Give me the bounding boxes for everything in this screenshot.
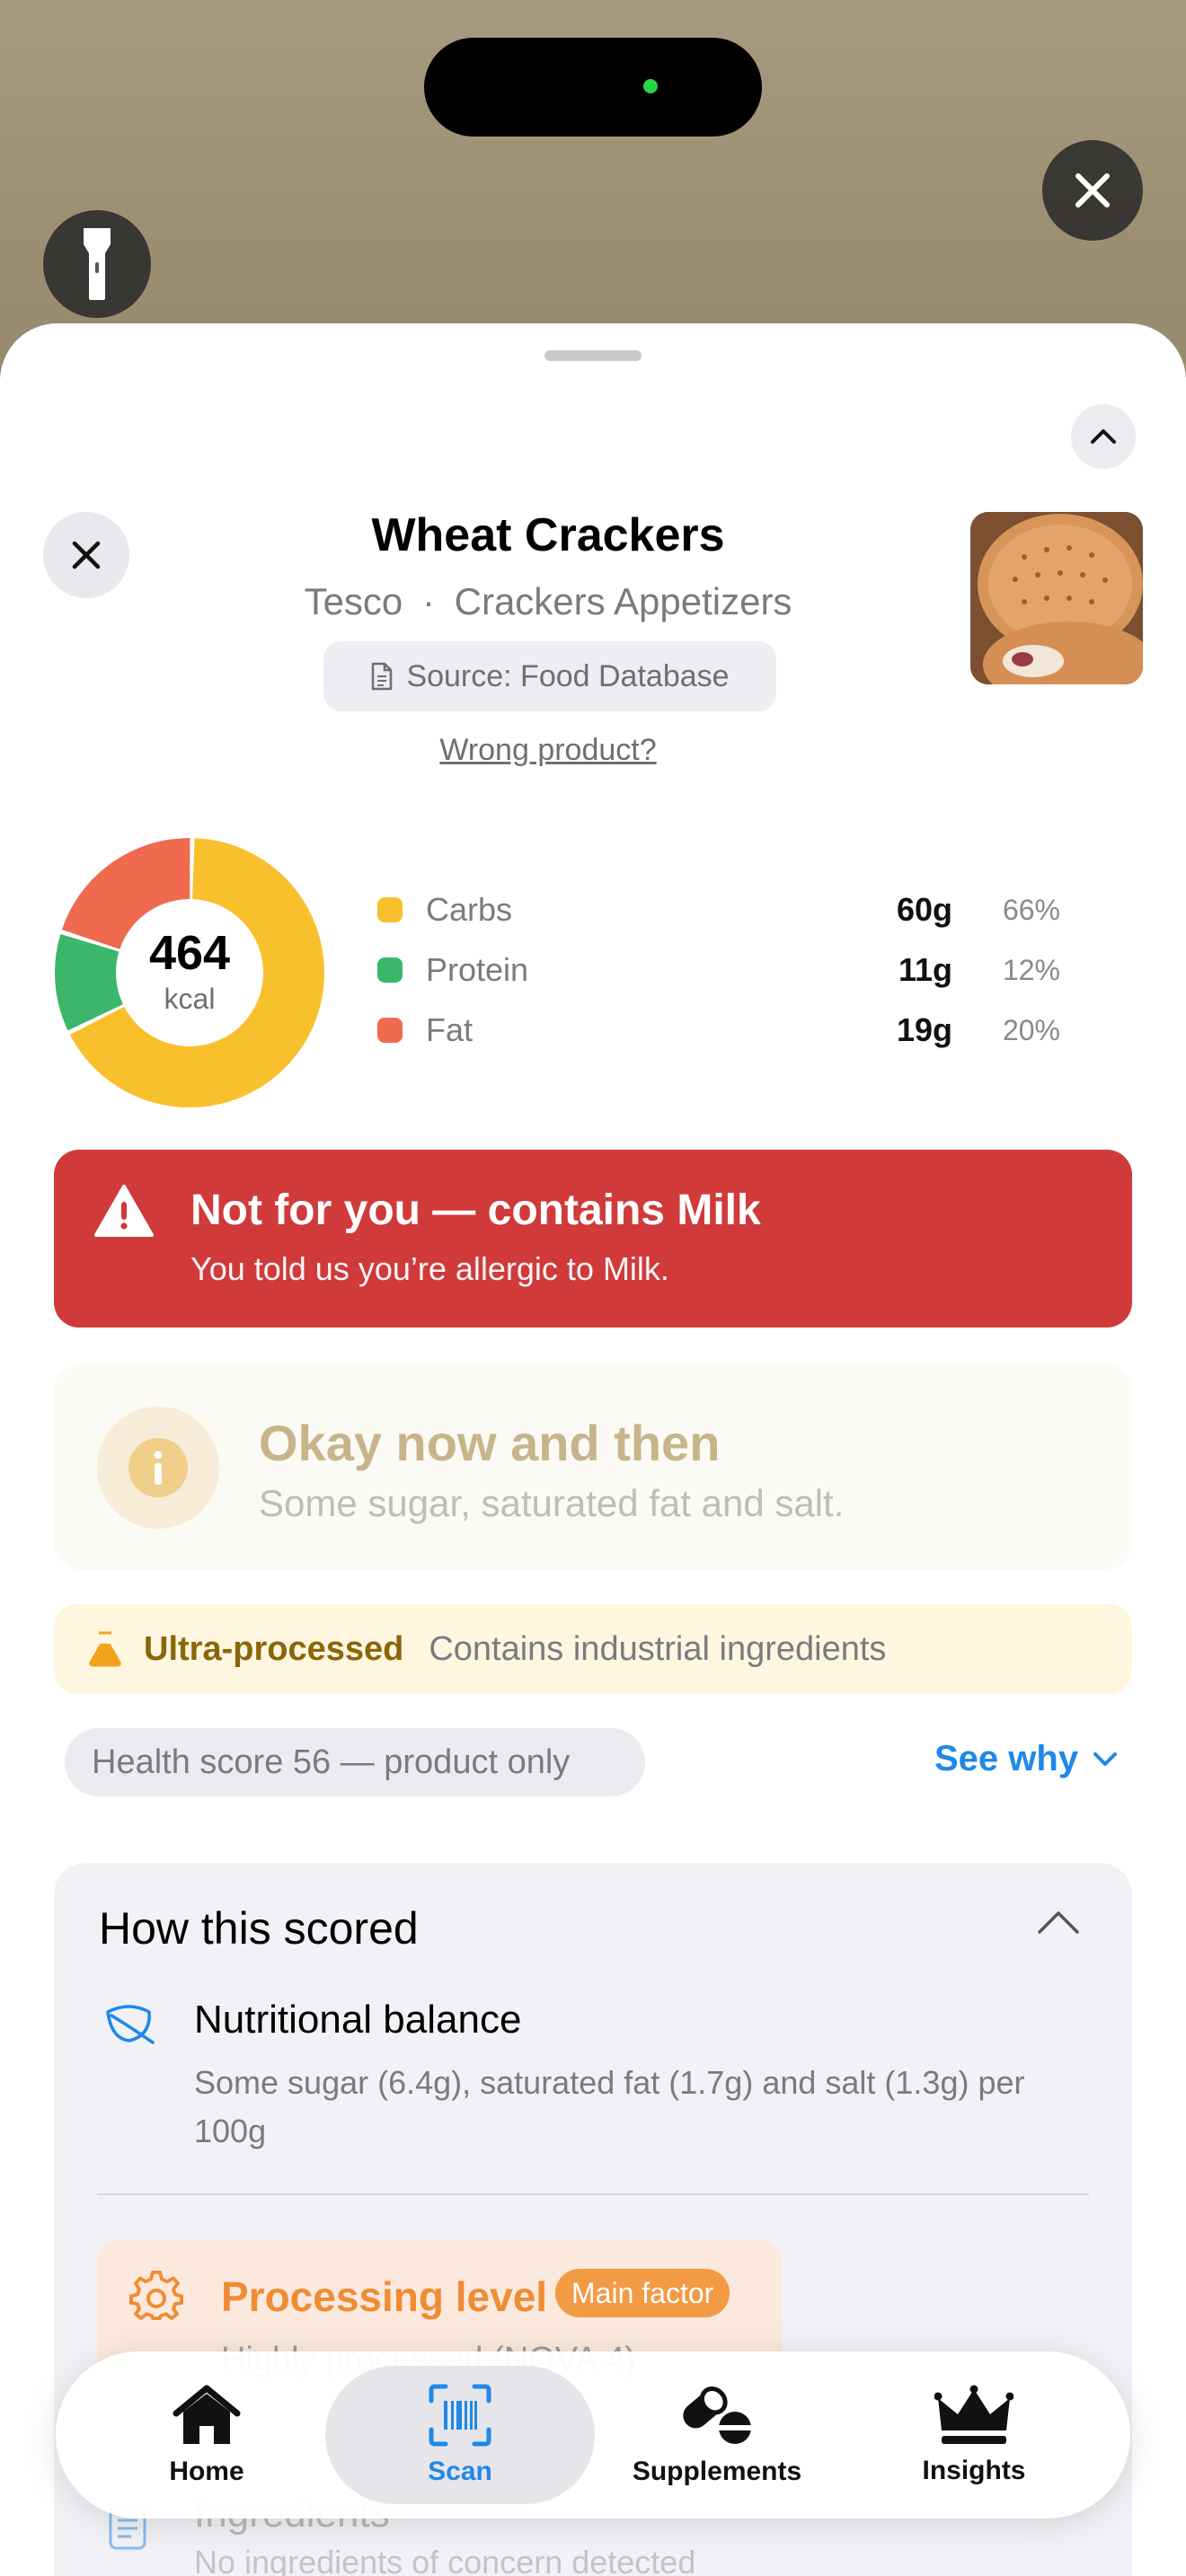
product-thumbnail[interactable] [970,512,1143,684]
brand-separator: · [421,580,435,622]
calories-value: 464 [148,926,231,980]
close-camera-button[interactable] [1042,140,1143,241]
carbs-color-dot [377,897,403,922]
cracker-image [970,512,1143,684]
leaf-icon [106,2005,155,2044]
macro-row-protein: Protein 11g 12% [377,948,1060,992]
flashlight-icon [84,228,111,300]
health-score-badge: Health score 56 — product only [65,1728,645,1796]
macro-row-carbs: Carbs 60g 66% [377,887,1060,932]
macro-row-fat: Fat 19g 20% [377,1008,1060,1053]
macro-percent: 12% [1002,953,1060,986]
processing-label: Ultra-processed [144,1629,404,1668]
macro-name: Protein [426,951,529,988]
allergy-alert[interactable]: Not for you — contains Milk You told us … [54,1150,1132,1328]
close-icon [1075,173,1110,207]
fat-color-dot [377,1018,403,1043]
tab-scan[interactable]: Scan [325,2366,595,2504]
tab-bar: Home Scan Supplements Insights [56,2351,1130,2519]
main-factor-badge: Main factor [555,2269,730,2317]
chevron-down-icon [1093,1751,1118,1766]
verdict-subtitle: Some sugar, saturated fat and salt. [259,1482,845,1524]
tab-insights[interactable]: Insights [839,2366,1109,2504]
macro-name: Fat [426,1011,474,1048]
divider [97,2193,1089,2195]
source-badge: Source: Food Database [323,641,776,711]
calories-unit: kcal [164,983,216,1015]
verdict-title: Okay now and then [259,1415,721,1471]
pill-icon [683,2386,751,2444]
macro-name: Carbs [426,891,513,928]
macro-percent: 66% [1002,893,1060,926]
chevron-up-icon [1091,429,1116,444]
macro-grams: 19g [896,1011,952,1048]
product-name: Wheat Crackers [371,509,725,561]
see-why-label: See why [934,1739,1079,1778]
alert-subtitle: You told us you’re allergic to Milk. [190,1250,669,1287]
gear-icon [129,2271,183,2321]
document-icon [372,662,393,691]
processing-description: Contains industrial ingredients [429,1629,887,1668]
macro-grams: 11g [898,951,952,988]
warning-icon [94,1185,154,1237]
product-brand: Tesco [304,580,403,622]
alert-title: Not for you — contains Milk [190,1187,761,1234]
barcode-scan-icon [429,2384,491,2447]
verdict-card: Okay now and then Some sugar, saturated … [54,1363,1132,1570]
how-scored-title: How this scored [99,1903,419,1954]
expand-sheet-button[interactable] [1071,404,1136,469]
dynamic-island [424,38,762,137]
crown-icon [934,2385,1013,2444]
dismiss-result-button[interactable] [43,512,129,598]
tab-label: Scan [428,2457,492,2486]
protein-color-dot [377,957,403,983]
flask-icon [89,1631,121,1667]
sheet-grabber[interactable] [544,350,642,361]
tab-label: Home [169,2457,244,2486]
see-why-button[interactable]: See why [934,1739,1118,1779]
score-factor-description: No ingredients of concern detected [194,2544,696,2576]
source-label: Source: Food Database [406,658,730,693]
home-icon [173,2385,241,2444]
product-category: Crackers Appetizers [454,580,792,622]
score-factor-title: Processing level [221,2273,548,2320]
tab-home[interactable]: Home [72,2366,341,2504]
chevron-up-icon[interactable] [1037,1910,1080,1935]
score-factor-description: Some sugar (6.4g), saturated fat (1.7g) … [194,2064,1025,2149]
close-icon [72,541,101,569]
tab-label: Insights [922,2456,1026,2485]
verdict-icon-circle [97,1407,219,1529]
info-icon [128,1438,188,1497]
score-factor-title: Nutritional balance [194,1998,522,2042]
tab-supplements[interactable]: Supplements [582,2366,852,2504]
product-brand-category: Tesco · Crackers Appetizers [216,580,881,623]
camera-indicator-dot [643,79,658,93]
processing-banner: Ultra-processed Contains industrial ingr… [54,1604,1132,1694]
macro-percent: 20% [1002,1013,1060,1046]
tab-label: Supplements [632,2457,802,2486]
wrong-product-link[interactable]: Wrong product? [216,733,881,768]
macro-grams: 60g [896,891,952,928]
flashlight-button[interactable] [43,210,151,318]
